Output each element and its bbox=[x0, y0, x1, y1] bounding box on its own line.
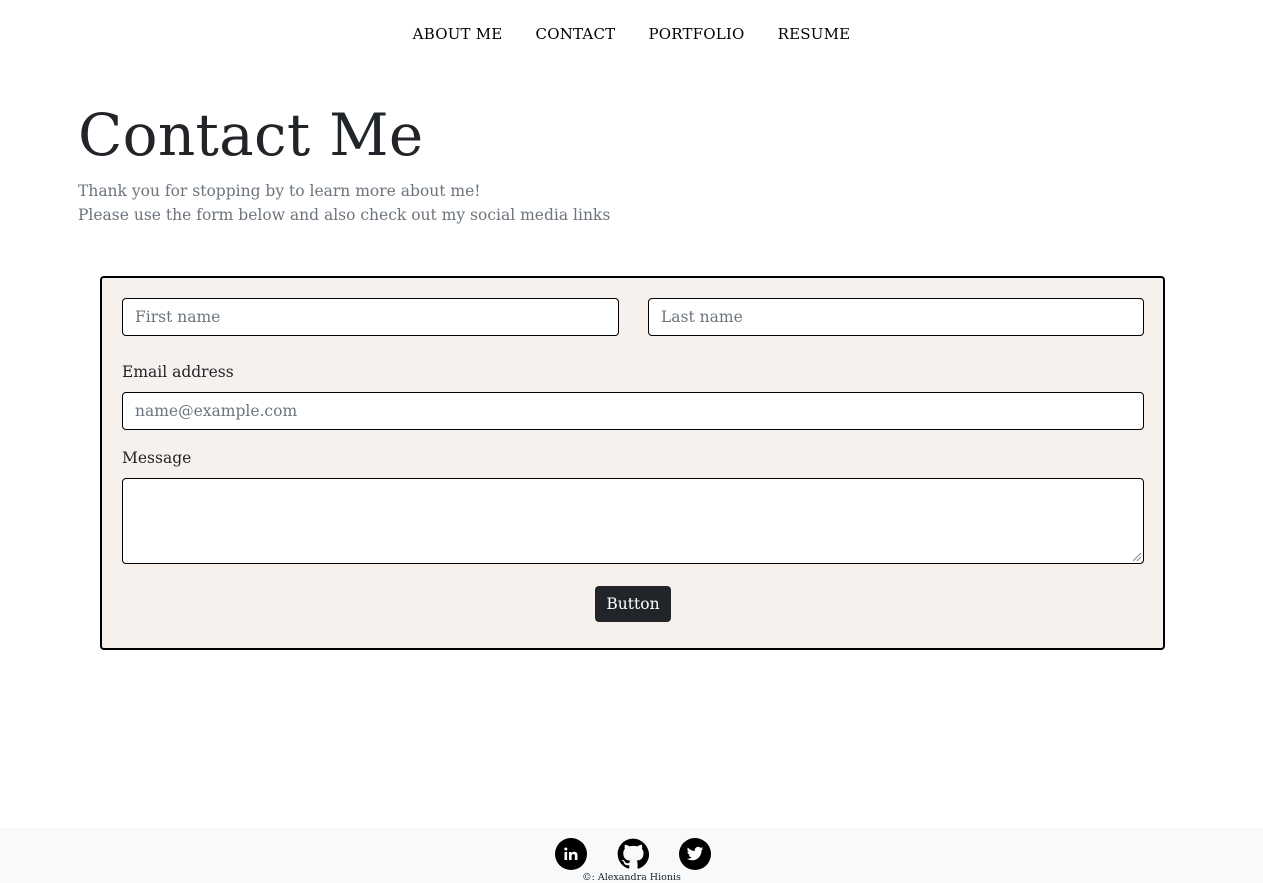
last-name-input[interactable]: Last name bbox=[648, 298, 1144, 336]
copyright-text: ©: Alexandra Hionis bbox=[582, 872, 681, 883]
email-label: Email address bbox=[122, 363, 234, 381]
footer: ©: Alexandra Hionis bbox=[0, 828, 1263, 883]
email-placeholder: name@example.com bbox=[135, 402, 298, 420]
nav-contact[interactable]: CONTACT bbox=[536, 24, 616, 44]
message-label: Message bbox=[122, 449, 192, 467]
github-icon[interactable] bbox=[617, 838, 649, 870]
first-name-input[interactable]: First name bbox=[122, 298, 619, 336]
resize-handle-icon[interactable] bbox=[1133, 553, 1141, 561]
email-input[interactable]: name@example.com bbox=[122, 392, 1144, 430]
nav-about-me[interactable]: ABOUT ME bbox=[413, 24, 503, 44]
top-nav: ABOUT ME CONTACT PORTFOLIO RESUME bbox=[0, 24, 1263, 46]
social-links bbox=[0, 838, 1263, 870]
first-name-placeholder: First name bbox=[135, 308, 221, 326]
twitter-icon[interactable] bbox=[679, 838, 711, 870]
last-name-placeholder: Last name bbox=[661, 308, 743, 326]
intro-line-1: Thank you for stopping by to learn more … bbox=[78, 182, 481, 200]
nav-portfolio[interactable]: PORTFOLIO bbox=[648, 24, 744, 44]
contact-form: First name Last name Email address name@… bbox=[100, 276, 1165, 650]
intro-text: Thank you for stopping by to learn more … bbox=[78, 179, 610, 227]
page-title: Contact Me bbox=[78, 101, 424, 169]
submit-button[interactable]: Button bbox=[595, 586, 671, 622]
intro-line-2: Please use the form below and also check… bbox=[78, 206, 611, 224]
nav-resume[interactable]: RESUME bbox=[778, 24, 851, 44]
linkedin-icon[interactable] bbox=[555, 838, 587, 870]
message-textarea[interactable] bbox=[122, 478, 1144, 564]
